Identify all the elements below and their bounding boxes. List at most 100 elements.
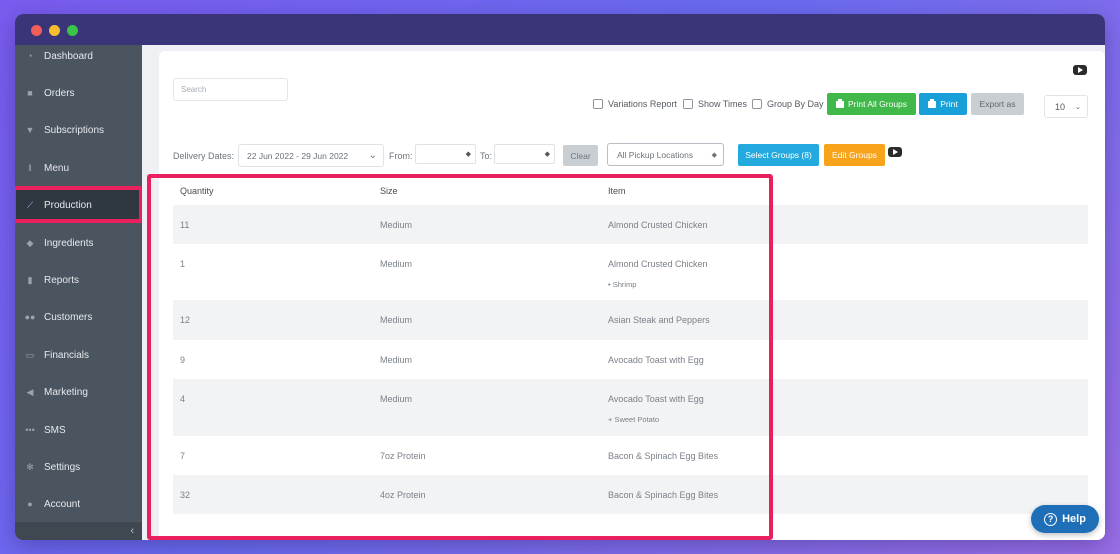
checkbox-box[interactable] [593, 99, 603, 109]
item-cell: Asian Steak and Peppers [608, 315, 710, 325]
help-button[interactable]: ? Help [1031, 505, 1099, 533]
sidebar-item-reports[interactable]: ▮ Reports [15, 265, 142, 295]
sidebar-item-label: Ingredients [44, 237, 94, 249]
sidebar-item-dashboard[interactable]: ◔ Dashboard [15, 41, 142, 71]
size-cell: 4oz Protein [380, 490, 426, 500]
table-row: 9 Medium Avocado Toast with Egg [173, 340, 1088, 379]
per-page-select[interactable]: 10 ⌄ [1044, 95, 1088, 118]
variations-report-checkbox[interactable]: Variations Report [593, 99, 677, 109]
size-header[interactable]: Size [380, 186, 398, 196]
edit-groups-label: Edit Groups [832, 150, 877, 160]
export-as-button[interactable]: Export as [971, 93, 1024, 115]
sidebar-item-label: Production [44, 199, 92, 211]
utensils-icon: ǁ [28, 163, 32, 173]
comment-icon: ••• [25, 425, 35, 435]
from-select[interactable]: ◆ [415, 144, 476, 164]
sidebar-item-menu[interactable]: ǁ Menu [15, 153, 142, 183]
item-header[interactable]: Item [608, 186, 626, 196]
printer-icon [835, 98, 844, 108]
sidebar-item-ingredients[interactable]: ◆ Ingredients [15, 228, 142, 258]
export-as-label: Export as [979, 99, 1016, 109]
select-groups-button[interactable]: Select Groups (8) [738, 144, 819, 166]
maximize-window-button[interactable] [67, 25, 78, 36]
quantity-cell: 4 [180, 394, 186, 404]
quantity-cell: 11 [180, 220, 190, 230]
sidebar-item-orders[interactable]: ■ Orders [15, 78, 142, 108]
table-row: 7 7oz Protein Bacon & Spinach Egg Bites [173, 436, 1088, 475]
show-times-label: Show Times [698, 99, 748, 109]
sidebar-item-customers[interactable]: ●● Customers [15, 302, 142, 332]
cart-icon: ▼ [25, 125, 35, 135]
chevron-down-icon: ⌄ [1075, 103, 1081, 111]
sidebar-item-sms[interactable]: ••• SMS [15, 415, 142, 445]
to-label: To: [480, 151, 493, 161]
item-variation-note: + Sweet Potato [608, 415, 660, 424]
sidebar-collapse-button[interactable]: ‹ [15, 522, 142, 540]
pickup-locations-select[interactable]: All Pickup Locations ◆ [607, 143, 724, 166]
sidebar-item-label: Dashboard [44, 50, 93, 62]
clear-button[interactable]: Clear [563, 145, 598, 166]
sidebar-item-label: Menu [44, 162, 70, 174]
sidebar-item-settings[interactable]: ✻ Settings [15, 452, 142, 482]
checkbox-box[interactable] [683, 99, 693, 109]
dashboard-icon: ◔ [27, 51, 33, 61]
checkbox-box[interactable] [752, 99, 762, 109]
table-row: 4 Medium Avocado Toast with Egg + Sweet … [173, 379, 1088, 436]
per-page-value: 10 [1055, 101, 1066, 112]
size-cell: Medium [380, 220, 413, 230]
chart-line-icon: ⟋ [26, 199, 34, 210]
item-variation-note: • Shrimp [608, 280, 637, 289]
main-content: Variations Report Show Times Group By Da… [142, 45, 1105, 540]
minimize-window-button[interactable] [49, 25, 60, 36]
item-cell: Bacon & Spinach Egg Bites [608, 451, 719, 461]
to-select[interactable]: ◆ [494, 144, 555, 164]
table-row: 11 Medium Almond Crusted Chicken [173, 205, 1088, 244]
date-range-value: 22 Jun 2022 - 29 Jun 2022 [247, 150, 349, 161]
show-times-checkbox[interactable]: Show Times [683, 99, 747, 109]
table-row: 12 Medium Asian Steak and Peppers [173, 300, 1088, 340]
quantity-cell: 1 [180, 259, 186, 269]
select-groups-label: Select Groups (8) [745, 150, 812, 160]
youtube-icon[interactable] [888, 147, 902, 157]
youtube-icon[interactable] [1073, 65, 1087, 75]
edit-groups-button[interactable]: Edit Groups [824, 144, 885, 166]
file-icon: ▮ [27, 274, 33, 285]
pickup-locations-value: All Pickup Locations [617, 149, 694, 160]
sidebar-item-financials[interactable]: ▭ Financials [15, 340, 142, 370]
table-header: Quantity Size Item [173, 178, 1088, 204]
updown-icon: ◆ [544, 151, 550, 158]
app-window: ◔ Dashboard ■ Orders ▼ Subscriptions ǁ M… [15, 14, 1105, 540]
sidebar-item-production[interactable]: ⟋ Production [15, 186, 143, 223]
ingredients-icon: ◆ [26, 237, 34, 248]
sidebar-item-label: Marketing [44, 386, 88, 398]
quantity-cell: 9 [180, 355, 186, 365]
quantity-header[interactable]: Quantity [180, 186, 214, 196]
updown-icon: ◆ [711, 151, 717, 159]
quantity-cell: 32 [180, 490, 191, 500]
users-icon: ●● [24, 312, 36, 322]
quantity-cell: 12 [180, 315, 191, 325]
print-all-groups-button[interactable]: Print All Groups [827, 93, 916, 115]
delivery-date-range-picker[interactable]: 22 Jun 2022 - 29 Jun 2022 ⌄ [238, 144, 384, 167]
variations-report-label: Variations Report [608, 99, 677, 109]
sidebar-item-subscriptions[interactable]: ▼ Subscriptions [15, 115, 142, 145]
sidebar-item-label: Customers [44, 311, 93, 323]
print-button[interactable]: Print [919, 93, 967, 115]
print-label: Print [940, 99, 958, 109]
sidebar: ◔ Dashboard ■ Orders ▼ Subscriptions ǁ M… [15, 45, 143, 540]
sidebar-item-label: Reports [44, 274, 80, 286]
table-row: 1 Medium Almond Crusted Chicken • Shrimp [173, 244, 1088, 300]
production-card: Variations Report Show Times Group By Da… [159, 51, 1105, 540]
question-circle-icon: ? [1044, 512, 1058, 526]
table-row: 32 4oz Protein Bacon & Spinach Egg Bites [173, 475, 1088, 514]
delivery-dates-label: Delivery Dates: [173, 151, 235, 161]
item-cell: Avocado Toast with Egg [608, 355, 704, 365]
search-input[interactable] [173, 78, 288, 101]
sidebar-item-account[interactable]: ● Account [15, 489, 142, 519]
close-window-button[interactable] [31, 25, 42, 36]
orders-icon: ■ [27, 88, 33, 98]
sidebar-item-marketing[interactable]: ◀ Marketing [15, 377, 142, 407]
chevron-down-icon: ⌄ [368, 150, 377, 161]
chevron-left-icon: ‹ [130, 525, 134, 537]
group-by-day-checkbox[interactable]: Group By Day [752, 99, 824, 109]
